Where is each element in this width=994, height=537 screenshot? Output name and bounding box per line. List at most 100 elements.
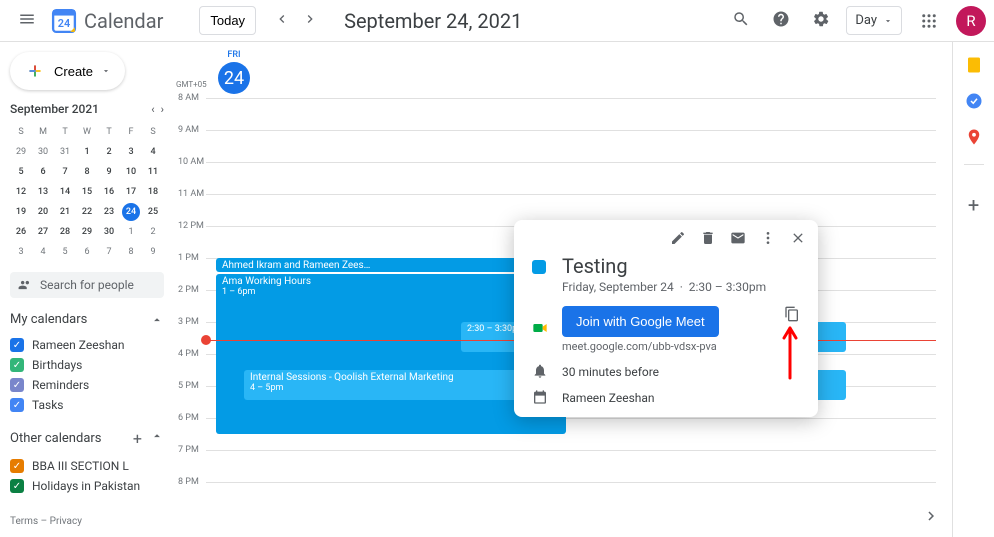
mini-day[interactable]: 1 bbox=[120, 222, 142, 242]
mini-day[interactable]: 30 bbox=[32, 142, 54, 162]
mini-day[interactable]: 9 bbox=[98, 162, 120, 182]
mini-day[interactable]: 1 bbox=[76, 142, 98, 162]
tasks-icon[interactable] bbox=[965, 92, 983, 110]
mini-day[interactable]: 19 bbox=[10, 202, 32, 222]
join-meet-button[interactable]: Join with Google Meet bbox=[562, 306, 719, 337]
mini-day[interactable]: 8 bbox=[120, 242, 142, 262]
edit-icon[interactable] bbox=[670, 230, 686, 250]
calendar-checkbox[interactable]: ✓ bbox=[10, 358, 24, 372]
mini-day[interactable]: 28 bbox=[54, 222, 76, 242]
hour-row[interactable]: 8 PM bbox=[206, 482, 936, 514]
chevron-up-icon bbox=[150, 429, 164, 443]
today-button[interactable]: Today bbox=[199, 6, 256, 35]
keep-icon[interactable] bbox=[965, 56, 983, 74]
hour-row[interactable]: 8 AM bbox=[206, 98, 936, 130]
plus-icon bbox=[24, 60, 46, 82]
copy-link-icon[interactable] bbox=[784, 306, 800, 326]
mini-day[interactable]: 24 bbox=[122, 203, 140, 221]
mini-day[interactable]: 27 bbox=[32, 222, 54, 242]
mini-day[interactable]: 15 bbox=[76, 182, 98, 202]
mini-next-month[interactable]: › bbox=[161, 103, 164, 116]
mini-day[interactable]: 13 bbox=[32, 182, 54, 202]
hour-row[interactable]: 9 AM bbox=[206, 130, 936, 162]
calendar-checkbox[interactable]: ✓ bbox=[10, 338, 24, 352]
mini-day[interactable]: 3 bbox=[120, 142, 142, 162]
mini-day[interactable]: 18 bbox=[142, 182, 164, 202]
mini-day[interactable]: 14 bbox=[54, 182, 76, 202]
mini-day[interactable]: 4 bbox=[142, 142, 164, 162]
calendar-item[interactable]: ✓ Rameen Zeeshan bbox=[10, 335, 164, 355]
calendar-item[interactable]: ✓Tasks bbox=[10, 395, 164, 415]
main-menu-icon[interactable] bbox=[8, 0, 46, 42]
hour-row[interactable]: 10 AM bbox=[206, 162, 936, 194]
mini-day[interactable]: 12 bbox=[10, 182, 32, 202]
hour-row[interactable]: 7 PM bbox=[206, 450, 936, 482]
other-calendars-toggle[interactable]: Other calendars+ bbox=[10, 429, 164, 448]
close-icon[interactable] bbox=[790, 230, 806, 250]
mini-day[interactable]: 11 bbox=[142, 162, 164, 182]
mini-day[interactable]: 20 bbox=[32, 202, 54, 222]
mini-day[interactable]: 4 bbox=[32, 242, 54, 262]
add-addon-icon[interactable]: + bbox=[968, 193, 979, 217]
search-people-input[interactable]: Search for people bbox=[10, 272, 164, 298]
mini-day[interactable]: 7 bbox=[54, 162, 76, 182]
add-calendar-icon[interactable]: + bbox=[133, 429, 142, 448]
mini-day[interactable]: 10 bbox=[120, 162, 142, 182]
calendar-checkbox[interactable]: ✓ bbox=[10, 479, 24, 493]
settings-icon[interactable] bbox=[806, 4, 836, 38]
mini-day[interactable]: 23 bbox=[98, 202, 120, 222]
chevron-down-icon bbox=[883, 16, 893, 26]
create-button[interactable]: Create bbox=[10, 52, 125, 90]
show-side-panel-icon[interactable] bbox=[922, 507, 940, 529]
mini-day[interactable]: 6 bbox=[76, 242, 98, 262]
account-avatar[interactable]: R bbox=[956, 6, 986, 36]
privacy-link[interactable]: Privacy bbox=[50, 516, 82, 527]
calendar-item[interactable]: ✓BBA III SECTION L bbox=[10, 456, 164, 476]
calendar-checkbox[interactable]: ✓ bbox=[10, 378, 24, 392]
calendar-item[interactable]: ✓Holidays in Pakistan bbox=[10, 476, 164, 496]
mini-day[interactable]: 17 bbox=[120, 182, 142, 202]
mini-day[interactable]: 26 bbox=[10, 222, 32, 242]
email-icon[interactable] bbox=[730, 230, 746, 250]
next-day-button[interactable] bbox=[296, 5, 324, 37]
mini-day[interactable]: 5 bbox=[10, 162, 32, 182]
mini-day[interactable]: 8 bbox=[76, 162, 98, 182]
search-icon[interactable] bbox=[726, 4, 756, 38]
my-calendars-toggle[interactable]: My calendars bbox=[10, 312, 164, 327]
prev-day-button[interactable] bbox=[268, 5, 296, 37]
mini-day[interactable]: 2 bbox=[98, 142, 120, 162]
mini-day[interactable]: 22 bbox=[76, 202, 98, 222]
calendar-checkbox[interactable]: ✓ bbox=[10, 398, 24, 412]
mini-day[interactable]: 7 bbox=[98, 242, 120, 262]
mini-prev-month[interactable]: ‹ bbox=[151, 103, 154, 116]
mini-day[interactable]: 29 bbox=[76, 222, 98, 242]
side-panel: + bbox=[952, 42, 994, 537]
mini-day[interactable]: 9 bbox=[142, 242, 164, 262]
support-icon[interactable] bbox=[766, 4, 796, 38]
mini-day[interactable]: 21 bbox=[54, 202, 76, 222]
calendar-checkbox[interactable]: ✓ bbox=[10, 459, 24, 473]
calendar-item[interactable]: ✓Birthdays bbox=[10, 355, 164, 375]
mini-calendar: SMTWTFS293031123456789101112131415161718… bbox=[10, 122, 164, 262]
calendar-label: Rameen Zeeshan bbox=[32, 338, 125, 352]
terms-link[interactable]: Terms bbox=[10, 516, 38, 527]
mini-day[interactable]: 30 bbox=[98, 222, 120, 242]
mini-dow: S bbox=[142, 122, 164, 142]
view-selector[interactable]: Day bbox=[846, 6, 902, 35]
mini-day[interactable]: 31 bbox=[54, 142, 76, 162]
day-column-header[interactable]: FRI 24 bbox=[216, 50, 252, 94]
delete-icon[interactable] bbox=[700, 230, 716, 250]
mini-day[interactable]: 25 bbox=[142, 202, 164, 222]
mini-day[interactable]: 16 bbox=[98, 182, 120, 202]
calendar-item[interactable]: ✓Reminders bbox=[10, 375, 164, 395]
google-apps-icon[interactable] bbox=[920, 12, 938, 30]
reminder-text: 30 minutes before bbox=[562, 365, 659, 379]
mini-day[interactable]: 29 bbox=[10, 142, 32, 162]
maps-icon[interactable] bbox=[965, 128, 983, 146]
mini-day[interactable]: 2 bbox=[142, 222, 164, 242]
mini-day[interactable]: 3 bbox=[10, 242, 32, 262]
mini-day[interactable]: 6 bbox=[32, 162, 54, 182]
hour-label: 5 PM bbox=[178, 381, 199, 391]
options-icon[interactable] bbox=[760, 230, 776, 250]
mini-day[interactable]: 5 bbox=[54, 242, 76, 262]
